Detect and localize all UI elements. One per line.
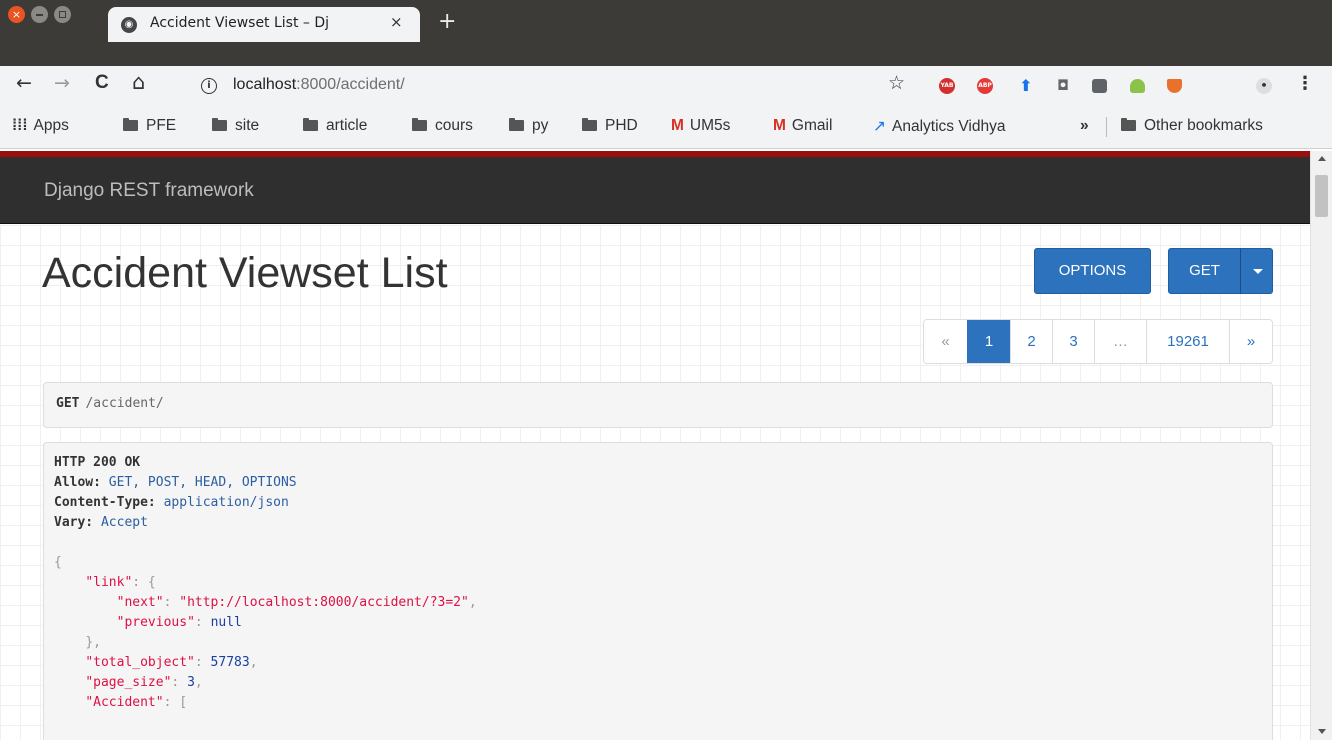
profile-avatar-icon[interactable]: • [1256,78,1272,94]
tab-title: Accident Viewset List – Dj [150,15,330,31]
json-value: 3 [187,675,195,690]
bookmark-folder-phd[interactable]: PHD [582,117,638,135]
apps-grid-icon: ⁞⁞⁞ [12,117,28,134]
bookmark-star-icon[interactable]: ☆ [888,72,905,94]
pagination-previous[interactable]: « [924,320,967,363]
window-titlebar: × ◉ Accident Viewset List – Dj × + [0,0,1332,66]
page-viewport: Django REST framework Accident Viewset L… [0,151,1332,740]
json-value: null [210,615,242,630]
adblock-plus-icon[interactable]: ABP [977,78,993,94]
brand-link[interactable]: Django REST framework [44,180,254,202]
browser-tab[interactable]: ◉ Accident Viewset List – Dj × [108,7,420,42]
header-value: GET, POST, HEAD, OPTIONS [108,475,297,490]
header-key: Content-Type: [54,495,156,510]
scroll-up-arrow-icon[interactable] [1318,156,1326,161]
new-tab-button[interactable]: + [438,9,456,34]
json-bracket: [ [179,695,188,710]
bookmark-folder-py[interactable]: py [509,117,548,135]
pagination-page-3[interactable]: 3 [1052,320,1094,363]
arrow-up-extension-icon[interactable]: ⬆ [1018,78,1034,94]
window-close-button[interactable]: × [8,6,25,23]
bookmark-folder-article[interactable]: article [303,117,367,135]
camera-icon[interactable]: ◘ [1055,78,1071,94]
window-minimize-button[interactable] [31,6,48,23]
pagination-page-2[interactable]: 2 [1010,320,1052,363]
info-icon[interactable]: i [201,78,217,94]
header-key: Allow: [54,475,101,490]
top-navbar: Django REST framework [0,157,1310,224]
folder-icon [509,118,524,131]
back-icon[interactable]: ← [16,72,32,94]
pagination: « 1 2 3 … 19261 » [923,319,1273,364]
lightbulb-extension-icon[interactable] [1092,79,1107,93]
get-format-dropdown-toggle[interactable] [1240,248,1273,294]
window-maximize-button[interactable] [54,6,71,23]
globe-icon: ◉ [121,17,137,33]
page-scrollbar[interactable] [1310,151,1332,740]
browser-menu-icon[interactable]: ⋮ [1296,73,1314,94]
response-status: HTTP 200 OK [54,455,141,470]
scrollbar-thumb[interactable] [1315,175,1328,217]
json-key: "page_size" [85,675,172,690]
get-button[interactable]: GET [1168,248,1241,294]
request-path: /accident/ [85,396,164,411]
more-bookmarks-button[interactable]: » [1080,117,1089,135]
page-title: Accident Viewset List [42,249,448,297]
json-key: "previous" [116,615,195,630]
json-brace: }, [85,635,101,650]
response-info: HTTP 200 OK Allow: GET, POST, HEAD, OPTI… [43,442,1273,740]
tab-close-icon[interactable]: × [390,13,403,31]
bookmark-folder-pfe[interactable]: PFE [123,117,176,135]
folder-icon [1121,118,1136,131]
bookmarks-bar: ⁞⁞⁞ Apps PFE site article cours py PHD MU… [0,105,1332,149]
analytics-icon: ↗ [873,118,886,135]
json-brace: { [54,555,62,570]
yab-extension-icon[interactable]: YAB [939,78,955,94]
inbox-extension-icon[interactable] [1130,79,1145,93]
bookmark-folder-cours[interactable]: cours [412,117,473,135]
pagination-last-page[interactable]: 19261 [1146,320,1229,363]
folder-icon [123,118,138,131]
header-key: Vary: [54,515,94,530]
bookmark-gmail[interactable]: M Gmail [773,117,832,135]
json-key: "next" [116,595,164,610]
folder-icon [212,118,227,131]
bookmark-apps[interactable]: ⁞⁞⁞ Apps [12,117,69,135]
json-key: "total_object" [85,655,195,670]
main-content: Accident Viewset List OPTIONS GET « 1 2 … [0,225,1310,740]
pagination-ellipsis: … [1094,320,1146,363]
address-bar[interactable]: i localhost:8000/accident/ [191,70,911,102]
gmail-icon: M [773,117,786,134]
folder-icon [303,118,318,131]
reload-icon[interactable]: C [95,72,109,94]
home-icon[interactable]: ⌂ [132,70,145,94]
bookmarks-separator [1106,117,1107,137]
url-text[interactable]: localhost:8000/accident/ [233,76,405,94]
bookmark-folder-site[interactable]: site [212,117,259,135]
scroll-down-arrow-icon[interactable] [1318,729,1326,734]
request-info: GET/accident/ [43,382,1273,428]
json-value: 57783 [210,655,250,670]
browser-toolbar: ← → C ⌂ i localhost:8000/accident/ ☆ YAB… [0,66,1332,105]
json-key: "Accident" [85,695,164,710]
header-value: Accept [100,515,148,530]
options-button[interactable]: OPTIONS [1034,248,1151,294]
json-link-value[interactable]: "http://localhost:8000/accident/?3=2" [179,595,469,610]
forward-icon[interactable]: → [54,72,70,94]
header-value: application/json [163,495,289,510]
request-method: GET [56,396,80,411]
shield-extension-icon[interactable] [1167,79,1182,93]
pagination-page-1[interactable]: 1 [967,320,1010,363]
folder-icon [412,118,427,131]
gmail-icon: M [671,117,684,134]
other-bookmarks[interactable]: Other bookmarks [1121,117,1263,135]
folder-icon [582,118,597,131]
pagination-next[interactable]: » [1229,320,1272,363]
json-key: "link" [85,575,133,590]
bookmark-um5s[interactable]: M UM5s [671,117,730,135]
bookmark-analytics-vidhya[interactable]: ↗ Analytics Vidhya [873,117,1005,136]
